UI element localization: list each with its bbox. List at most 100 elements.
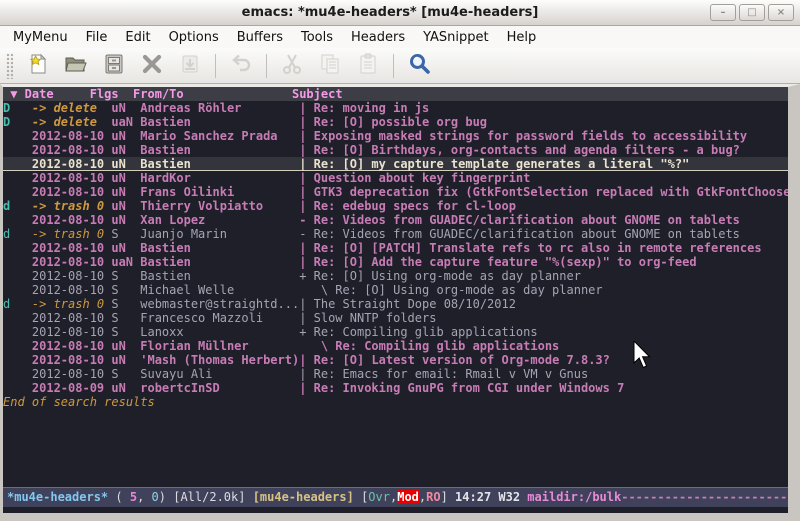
minimize-button[interactable]: – bbox=[710, 4, 736, 21]
row-subject: | Re: [O] my capture template generates … bbox=[299, 157, 788, 171]
menu-item-file[interactable]: File bbox=[77, 28, 117, 47]
message-row[interactable]: 2012-08-10uaNBastien| Re: [O] Add the ca… bbox=[3, 255, 788, 269]
undo-button[interactable] bbox=[224, 51, 258, 81]
save-icon bbox=[102, 52, 126, 80]
emacs-window: emacs: *mu4e-headers* [mu4e-headers] – □… bbox=[0, 0, 800, 521]
message-row[interactable]: d-> trash 0Swebmaster@straightd...| The … bbox=[3, 297, 788, 311]
row-date: -> trash 0 bbox=[32, 297, 111, 311]
message-row[interactable]: D-> deleteuaNBastien| Re: [O] possible o… bbox=[3, 115, 788, 129]
row-from: Xan Lopez bbox=[140, 213, 299, 227]
row-from: Michael Welle bbox=[140, 283, 299, 297]
message-row[interactable]: 2012-08-10SBastien+ Re: [O] Using org-mo… bbox=[3, 269, 788, 283]
message-row[interactable]: D-> deleteuNAndreas Röhler| Re: moving i… bbox=[3, 101, 788, 115]
open-folder-button[interactable] bbox=[59, 51, 93, 81]
modeline-segment: maildir:/bulk bbox=[527, 490, 621, 504]
undo-icon bbox=[229, 52, 253, 80]
search-button[interactable] bbox=[402, 51, 436, 81]
message-row[interactable]: 2012-08-10SFrancesco Mazzoli| Slow NNTP … bbox=[3, 311, 788, 325]
row-date: 2012-08-10 bbox=[32, 213, 111, 227]
menu-item-help[interactable]: Help bbox=[498, 28, 546, 47]
toolbar-drag-handle-icon[interactable] bbox=[6, 53, 13, 79]
close-button[interactable] bbox=[135, 51, 169, 81]
menu-item-edit[interactable]: Edit bbox=[116, 28, 159, 47]
save-button[interactable] bbox=[97, 51, 131, 81]
close-icon bbox=[140, 52, 164, 80]
row-flags: uaN bbox=[111, 255, 140, 269]
row-flags: S bbox=[111, 367, 140, 381]
toolbar-separator bbox=[215, 54, 216, 78]
message-row[interactable]: 2012-08-10SLanoxx+ Re: Compiling glib ap… bbox=[3, 325, 788, 339]
message-row[interactable]: 2012-08-10uNMario Sanchez Prada| Exposin… bbox=[3, 129, 788, 143]
close-button[interactable]: × bbox=[768, 4, 794, 21]
row-flags: uN bbox=[111, 101, 140, 115]
row-date: 2012-08-10 bbox=[32, 325, 111, 339]
message-row[interactable]: 2012-08-10uNBastien| Re: [O] my capture … bbox=[3, 157, 788, 171]
message-row[interactable]: 2012-08-10uNXan Lopez- Re: Videos from G… bbox=[3, 213, 788, 227]
copy-icon bbox=[318, 52, 342, 80]
row-date: 2012-08-10 bbox=[32, 353, 111, 367]
cut-button[interactable] bbox=[275, 51, 309, 81]
message-row[interactable]: 2012-08-10uNBastien| Re: [O] Birthdays, … bbox=[3, 143, 788, 157]
row-date: 2012-08-09 bbox=[32, 381, 111, 395]
row-flags: uN bbox=[111, 339, 140, 353]
save-as-icon bbox=[178, 52, 202, 80]
row-date: 2012-08-10 bbox=[32, 129, 111, 143]
message-row[interactable]: 2012-08-10uNHardKor| Question about key … bbox=[3, 171, 788, 185]
message-row[interactable]: 2012-08-10uNFrans Oilinki| GTK3 deprecat… bbox=[3, 185, 788, 199]
row-from: Florian Müllner bbox=[140, 339, 299, 353]
row-subject: \ Re: Compiling glib applications bbox=[299, 339, 788, 353]
menu-item-yasnippet[interactable]: YASnippet bbox=[414, 28, 498, 47]
row-subject: | Re: [O] Add the capture feature "%(sex… bbox=[299, 255, 788, 269]
row-mark bbox=[3, 367, 32, 381]
save-as-button[interactable] bbox=[173, 51, 207, 81]
row-flags: uN bbox=[111, 381, 140, 395]
message-row[interactable]: 2012-08-10uNBastien| Re: [O] [PATCH] Tra… bbox=[3, 241, 788, 255]
row-subject: | Exposing masked strings for password f… bbox=[299, 129, 788, 143]
modeline-segment: , bbox=[137, 490, 151, 504]
cut-icon bbox=[280, 52, 304, 80]
row-date: 2012-08-10 bbox=[32, 157, 111, 171]
message-row[interactable]: d-> trash 0SJuanjo Marin- Re: Videos fro… bbox=[3, 227, 788, 241]
row-date: 2012-08-10 bbox=[32, 185, 111, 199]
message-row[interactable]: 2012-08-10SSuvayu Ali| Re: Emacs for ema… bbox=[3, 367, 788, 381]
window-controls: – □ × bbox=[710, 4, 800, 21]
row-flags: S bbox=[111, 325, 140, 339]
row-mark: d bbox=[3, 227, 32, 241]
row-subject: - Re: Videos from GUADEC/clarification a… bbox=[299, 213, 788, 227]
row-mark bbox=[3, 255, 32, 269]
message-row[interactable]: 2012-08-10SMichael Welle \ Re: [O] Using… bbox=[3, 283, 788, 297]
row-flags: S bbox=[111, 311, 140, 325]
copy-button[interactable] bbox=[313, 51, 347, 81]
row-mark bbox=[3, 311, 32, 325]
row-from: Thierry Volpiatto bbox=[140, 199, 299, 213]
message-row[interactable]: 2012-08-10uNFlorian Müllner \ Re: Compil… bbox=[3, 339, 788, 353]
message-row[interactable]: 2012-08-09uNrobertcInSD| Re: Invoking Gn… bbox=[3, 381, 788, 395]
row-flags: uN bbox=[111, 353, 140, 367]
maximize-button[interactable]: □ bbox=[739, 4, 765, 21]
row-subject: | Re: [O] possible org bug bbox=[299, 115, 788, 129]
menu-item-options[interactable]: Options bbox=[160, 28, 228, 47]
menu-item-mymenu[interactable]: MyMenu bbox=[4, 28, 77, 47]
modeline-segment: RO bbox=[426, 490, 440, 504]
menu-item-tools[interactable]: Tools bbox=[292, 28, 342, 47]
paste-button[interactable] bbox=[351, 51, 385, 81]
modeline-segment: Ovr bbox=[368, 490, 390, 504]
row-subject: | Re: [O] Birthdays, org-contacts and ag… bbox=[299, 143, 788, 157]
modeline-segment: ] bbox=[441, 490, 455, 504]
row-subject: + Re: [O] Using org-mode as day planner bbox=[299, 269, 788, 283]
modeline-segment: *mu4e-headers* bbox=[7, 490, 108, 504]
open-folder-icon bbox=[64, 52, 88, 80]
new-file-button[interactable] bbox=[21, 51, 55, 81]
buffer-empty-space bbox=[3, 409, 788, 487]
row-from: Andreas Röhler bbox=[140, 101, 299, 115]
row-subject: | GTK3 deprecation fix (GtkFontSelection… bbox=[299, 185, 788, 199]
row-mark bbox=[3, 171, 32, 185]
row-date: 2012-08-10 bbox=[32, 171, 111, 185]
message-row[interactable]: d-> trash 0uNThierry Volpiatto| Re: edeb… bbox=[3, 199, 788, 213]
row-subject: + Re: Compiling glib applications bbox=[299, 325, 788, 339]
menu-item-buffers[interactable]: Buffers bbox=[228, 28, 292, 47]
message-row[interactable]: 2012-08-10uN'Mash (Thomas Herbert)| Re: … bbox=[3, 353, 788, 367]
headers-column-header: ▼ Date Flgs From/To Subject bbox=[3, 87, 788, 101]
menu-item-headers[interactable]: Headers bbox=[342, 28, 414, 47]
row-date: 2012-08-10 bbox=[32, 283, 111, 297]
